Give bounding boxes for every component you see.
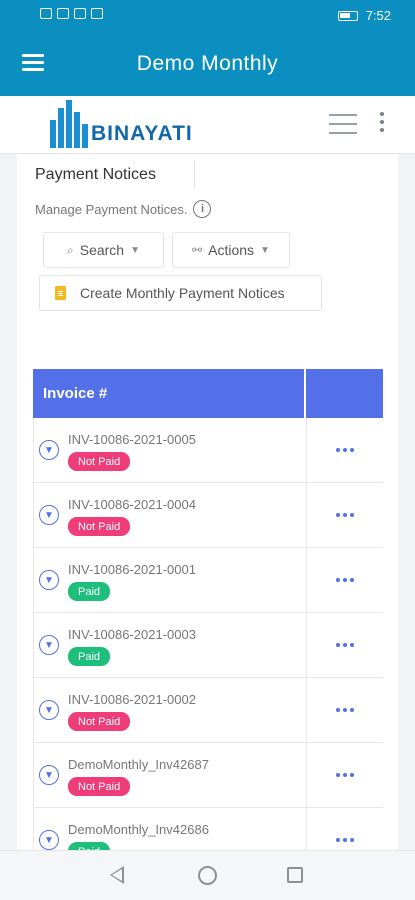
table-row[interactable]: ▼ INV-10086-2021-0002 Not Paid bbox=[33, 678, 383, 743]
chevron-down-icon: ▼ bbox=[130, 244, 140, 256]
wifi-icon bbox=[57, 8, 69, 19]
table-header: Invoice # bbox=[33, 369, 383, 418]
table-row[interactable]: ▼ INV-10086-2021-0004 Not Paid bbox=[33, 483, 383, 548]
link-icon: ⚯ bbox=[192, 243, 203, 257]
invoice-number: INV-10086-2021-0003 bbox=[68, 627, 196, 642]
signal-icon bbox=[40, 8, 52, 19]
status-badge: Paid bbox=[68, 582, 111, 601]
more-horizontal-icon bbox=[336, 838, 354, 842]
expand-row-icon[interactable]: ▼ bbox=[39, 765, 59, 785]
actions-button[interactable]: ⚯ Actions ▼ bbox=[172, 232, 290, 268]
invoice-number: DemoMonthly_Inv42686 bbox=[68, 822, 209, 837]
search-button[interactable]: ⌕ Search ▼ bbox=[43, 232, 164, 268]
brand-bar: BINAYATI bbox=[0, 96, 415, 154]
status-icons bbox=[40, 8, 103, 19]
table-row[interactable]: ▼ INV-10086-2021-0001 Paid bbox=[33, 548, 383, 613]
invoice-column-header[interactable]: Invoice # bbox=[33, 369, 306, 418]
status-right: 7:52 bbox=[337, 8, 391, 23]
menu-toggle-icon[interactable] bbox=[329, 114, 357, 134]
more-vertical-icon[interactable] bbox=[379, 112, 385, 134]
row-more-button[interactable] bbox=[307, 743, 383, 807]
chevron-down-icon: ▼ bbox=[260, 244, 270, 256]
page-title: Payment Notices bbox=[35, 166, 156, 183]
row-more-button[interactable] bbox=[307, 548, 383, 612]
app-title: Demo Monthly bbox=[136, 52, 279, 75]
app-bar: Demo Monthly bbox=[0, 32, 415, 96]
invoice-cell: ▼ INV-10086-2021-0003 Paid bbox=[34, 613, 307, 677]
back-icon[interactable] bbox=[110, 866, 124, 884]
search-icon: ⌕ bbox=[67, 242, 74, 257]
page-subtitle: Manage Payment Notices. i bbox=[35, 200, 212, 218]
invoice-cell: ▼ INV-10086-2021-0001 Paid bbox=[34, 548, 307, 612]
status-time: 7:52 bbox=[365, 8, 391, 23]
main-content: Payment Notices Manage Payment Notices. … bbox=[17, 154, 398, 850]
status-badge: Paid bbox=[68, 842, 111, 850]
expand-row-icon[interactable]: ▼ bbox=[39, 505, 59, 525]
invoice-number: INV-10086-2021-0005 bbox=[68, 432, 196, 447]
expand-row-icon[interactable]: ▼ bbox=[39, 830, 59, 850]
table-row[interactable]: ▼ DemoMonthly_Inv42687 Not Paid bbox=[33, 743, 383, 808]
status-badge: Not Paid bbox=[68, 517, 131, 536]
row-more-button[interactable] bbox=[307, 678, 383, 742]
document-icon bbox=[55, 286, 66, 300]
status-bar: 7:52 bbox=[0, 0, 415, 32]
expand-row-icon[interactable]: ▼ bbox=[39, 440, 59, 460]
invoice-number: INV-10086-2021-0004 bbox=[68, 497, 196, 512]
brand-logo[interactable]: BINAYATI bbox=[50, 100, 193, 148]
invoice-number: INV-10086-2021-0002 bbox=[68, 692, 196, 707]
status-badge: Not Paid bbox=[68, 452, 131, 471]
invoice-number: INV-10086-2021-0001 bbox=[68, 562, 196, 577]
title-divider bbox=[194, 160, 195, 188]
invoice-cell: ▼ INV-10086-2021-0004 Not Paid bbox=[34, 483, 307, 547]
logo-text: BINAYATI bbox=[91, 122, 193, 145]
system-nav-bar bbox=[0, 850, 415, 900]
table-row[interactable]: ▼ INV-10086-2021-0003 Paid bbox=[33, 613, 383, 678]
subtitle-text: Manage Payment Notices. bbox=[35, 201, 188, 217]
notification-icon bbox=[91, 8, 103, 19]
actions-column-header bbox=[306, 369, 383, 418]
invoice-cell: ▼ INV-10086-2021-0005 Not Paid bbox=[34, 418, 307, 482]
more-horizontal-icon bbox=[336, 448, 354, 452]
status-badge: Not Paid bbox=[68, 777, 131, 796]
row-more-button[interactable] bbox=[307, 808, 383, 850]
more-horizontal-icon bbox=[336, 773, 354, 777]
create-label: Create Monthly Payment Notices bbox=[80, 285, 285, 301]
recent-apps-icon[interactable] bbox=[287, 867, 303, 883]
invoice-number: DemoMonthly_Inv42687 bbox=[68, 757, 209, 772]
home-icon[interactable] bbox=[198, 866, 217, 885]
expand-row-icon[interactable]: ▼ bbox=[39, 635, 59, 655]
notification-icon bbox=[74, 8, 86, 19]
row-more-button[interactable] bbox=[307, 483, 383, 547]
expand-row-icon[interactable]: ▼ bbox=[39, 700, 59, 720]
invoice-table: Invoice # ▼ INV-10086-2021-0005 Not Paid ▼ I… bbox=[33, 369, 383, 850]
battery-icon bbox=[337, 10, 358, 21]
info-icon[interactable]: i bbox=[193, 200, 212, 218]
row-more-button[interactable] bbox=[307, 418, 383, 482]
more-horizontal-icon bbox=[336, 513, 354, 517]
table-row[interactable]: ▼ DemoMonthly_Inv42686 Paid bbox=[33, 808, 383, 850]
create-payment-notices-button[interactable]: Create Monthly Payment Notices bbox=[39, 275, 322, 311]
more-horizontal-icon bbox=[336, 578, 354, 582]
status-badge: Not Paid bbox=[68, 712, 131, 731]
invoice-cell: ▼ DemoMonthly_Inv42686 Paid bbox=[34, 808, 307, 850]
invoice-cell: ▼ INV-10086-2021-0002 Not Paid bbox=[34, 678, 307, 742]
status-badge: Paid bbox=[68, 647, 111, 666]
more-horizontal-icon bbox=[336, 643, 354, 647]
table-body: ▼ INV-10086-2021-0005 Not Paid ▼ INV-10086-2… bbox=[33, 418, 383, 850]
actions-label: Actions bbox=[208, 242, 255, 258]
invoice-cell: ▼ DemoMonthly_Inv42687 Not Paid bbox=[34, 743, 307, 807]
search-label: Search bbox=[79, 242, 125, 258]
more-horizontal-icon bbox=[336, 708, 354, 712]
table-row[interactable]: ▼ INV-10086-2021-0005 Not Paid bbox=[33, 418, 383, 483]
row-more-button[interactable] bbox=[307, 613, 383, 677]
expand-row-icon[interactable]: ▼ bbox=[39, 570, 59, 590]
logo-building-icon bbox=[50, 100, 88, 148]
